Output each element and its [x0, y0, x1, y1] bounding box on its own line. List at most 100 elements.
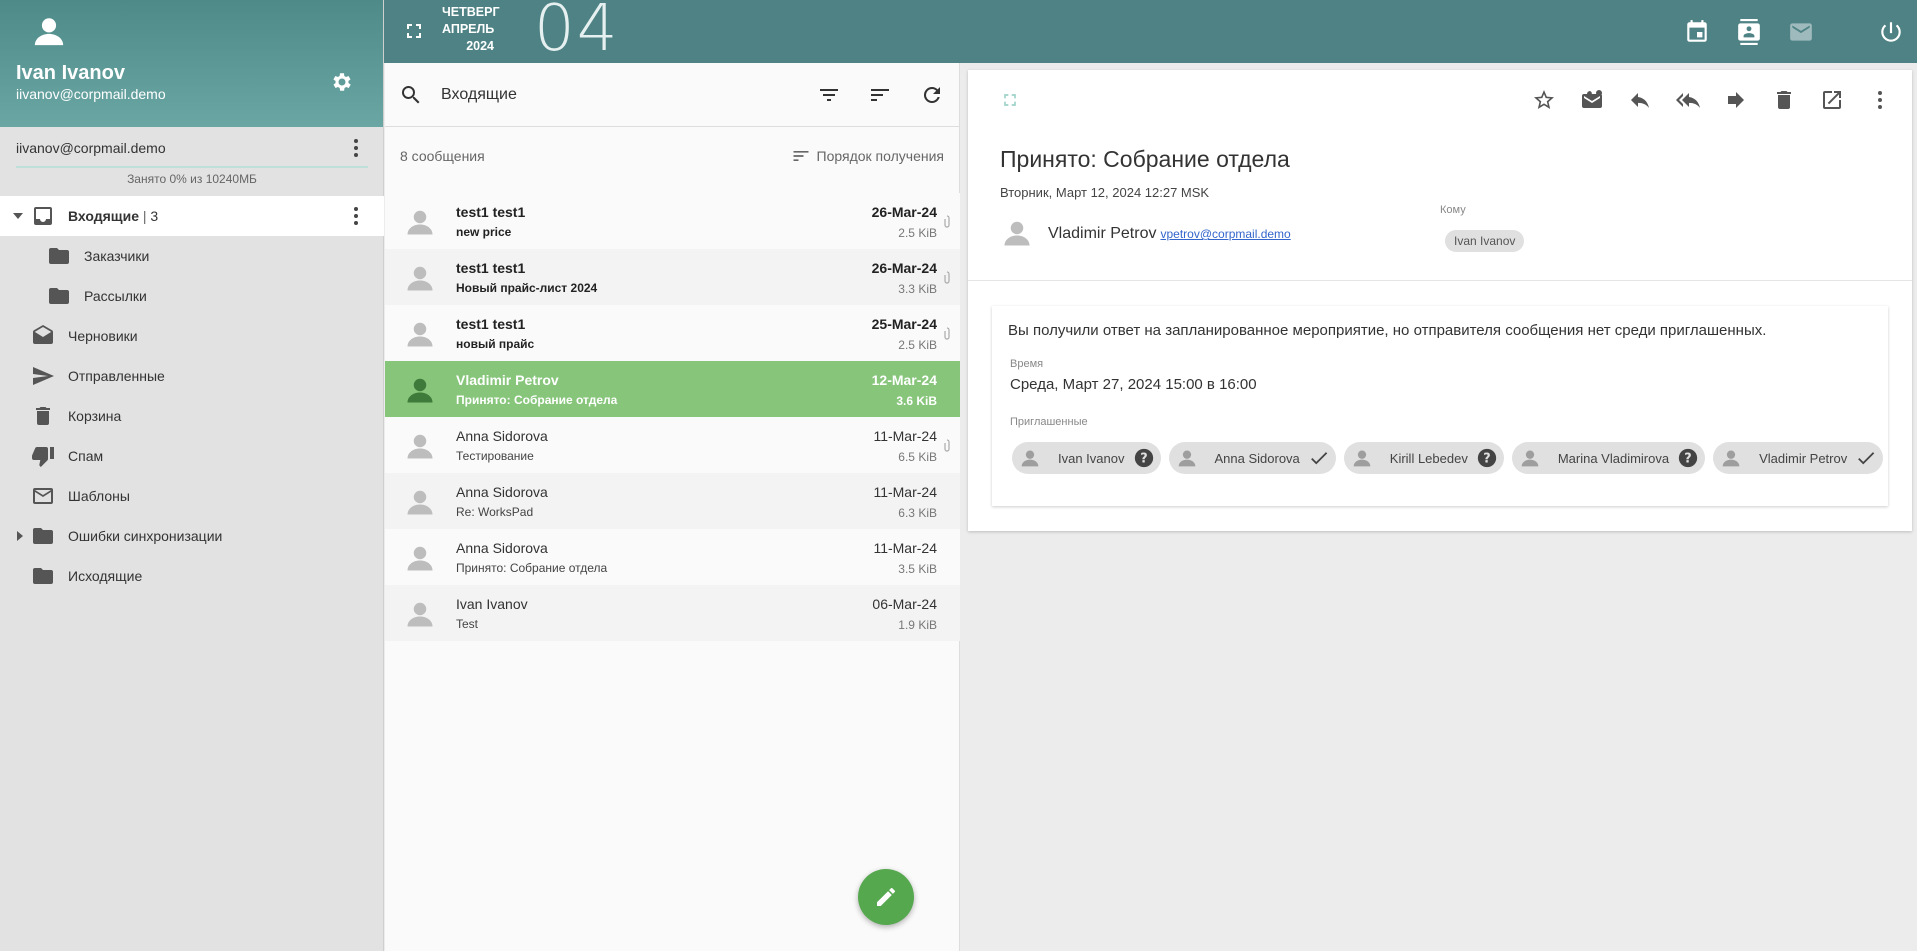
- invitee-chip[interactable]: Anna Sidorova: [1168, 442, 1336, 474]
- folder-trash[interactable]: Корзина: [0, 396, 384, 436]
- invitee-chip[interactable]: Marina Vladimirova?: [1511, 442, 1706, 474]
- invitee-name: Kirill Lebedev: [1389, 450, 1468, 466]
- search-bar: [385, 63, 960, 127]
- send-icon: [33, 367, 54, 385]
- avatar-icon: [1521, 450, 1539, 467]
- invitee-chip[interactable]: Ivan Ivanov?: [1012, 442, 1161, 474]
- message-subject: новый прайс: [456, 337, 535, 351]
- invitee-chip[interactable]: Vladimir Petrov: [1713, 442, 1884, 474]
- message-row[interactable]: Ivan Ivanov Test 06-Mar-24 1.9 KiB: [385, 585, 960, 641]
- filter-icon[interactable]: [817, 83, 841, 107]
- top-bar: ЧЕТВЕРГ АПРЕЛЬ 2024 04: [384, 0, 1917, 64]
- message-row[interactable]: Anna Sidorova Тестирование 11-Mar-24 6.5 Ki…: [385, 417, 960, 473]
- invitee-chip[interactable]: Kirill Lebedev?: [1343, 442, 1504, 474]
- message-size: 3.3 KiB: [898, 282, 937, 296]
- invitees-label: Приглашенные: [1010, 416, 1088, 428]
- recipient-chip[interactable]: Ivan Ivanov: [1445, 230, 1525, 252]
- reading-pane: Принято: Собрание отдела Вторник, Март 1…: [968, 70, 1912, 531]
- folder-label: Черновики: [68, 328, 138, 344]
- folder-sync-errors[interactable]: Ошибки синхронизации: [0, 516, 384, 556]
- folder-label: Корзина: [68, 408, 122, 424]
- message-size: 2.5 KiB: [898, 338, 937, 352]
- expand-icon[interactable]: [1000, 90, 1020, 110]
- avatar-icon: [1722, 450, 1740, 467]
- event-notice: Вы получили ответ на запланированное мер…: [1008, 322, 1767, 339]
- message-date: 25-Mar-24: [871, 316, 937, 332]
- invitee-name: Anna Sidorova: [1214, 450, 1300, 466]
- trash-icon: [36, 407, 50, 425]
- message-date: 12-Mar-24: [871, 372, 937, 388]
- message-row[interactable]: Vladimir Petrov Принято: Собрание отдела 1…: [385, 361, 960, 417]
- message-row[interactable]: Anna Sidorova Re: WorksPad 11-Mar-24 6.3 Ki…: [385, 473, 960, 529]
- sender-name: Vladimir Petrov: [1048, 225, 1157, 242]
- avatar-icon: [407, 378, 433, 403]
- sort-icon[interactable]: [868, 83, 892, 107]
- gear-icon[interactable]: [330, 70, 354, 94]
- avatar-icon: [1353, 450, 1371, 467]
- message-size: 2.5 KiB: [898, 226, 937, 240]
- folder-label: Входящие: [68, 208, 139, 224]
- list-meta: 8 сообщения Порядок получения: [385, 139, 960, 169]
- profile-email: iivanov@corpmail.demo: [16, 86, 166, 102]
- search-icon[interactable]: [399, 83, 423, 107]
- message-row[interactable]: test1 test1 new price 26-Mar-24 2.5 KiB: [385, 193, 960, 249]
- open-external-icon[interactable]: [1820, 88, 1844, 112]
- reply-icon[interactable]: [1628, 88, 1652, 112]
- user-avatar-icon: [34, 18, 64, 46]
- account-more-icon[interactable]: [344, 136, 368, 160]
- message-date: 11-Mar-24: [873, 428, 937, 444]
- more-icon[interactable]: [1868, 88, 1892, 112]
- unknown-status-icon: ?: [1134, 448, 1153, 468]
- message-row[interactable]: test1 test1 Новый прайс-лист 2024 26-Mar-2…: [385, 249, 960, 305]
- sort-order-button[interactable]: Порядок получения: [791, 146, 944, 166]
- message-subject: Принято: Собрание отдела: [456, 393, 618, 407]
- message-count: 8 сообщения: [400, 148, 485, 164]
- delete-icon[interactable]: [1772, 88, 1796, 112]
- avatar-icon: [1178, 450, 1195, 467]
- event-time: Среда, Март 27, 2024 15:00 в 16:00: [1010, 376, 1257, 393]
- calendar-icon[interactable]: [1684, 19, 1710, 45]
- refresh-icon[interactable]: [920, 83, 944, 107]
- sender-email-link[interactable]: vpetrov@corpmail.demo: [1160, 227, 1290, 241]
- avatar-icon: [407, 546, 433, 571]
- message-subject: Принято: Собрание отдела: [456, 561, 608, 575]
- folder-mailings[interactable]: Рассылки: [0, 276, 384, 316]
- message-size: 6.3 KiB: [898, 506, 937, 520]
- folder-more-icon[interactable]: [344, 204, 368, 228]
- caret-right-icon[interactable]: [14, 530, 26, 542]
- folder-customers[interactable]: Заказчики: [0, 236, 384, 276]
- mark-unread-icon[interactable]: [1580, 88, 1604, 112]
- caret-down-icon[interactable]: [12, 210, 24, 222]
- message-sender: Anna Sidorova: [456, 540, 548, 556]
- forward-icon[interactable]: [1724, 88, 1748, 112]
- mail-app: Ivan Ivanov iivanov@corpmail.demo iivano…: [0, 0, 1917, 951]
- mail-icon[interactable]: [1788, 19, 1814, 45]
- profile-name: Ivan Ivanov: [16, 62, 125, 84]
- unknown-status-icon: ?: [1678, 448, 1698, 468]
- svg-text:?: ?: [1483, 452, 1490, 467]
- message-row[interactable]: Anna Sidorova Принято: Собрание отдела 11-…: [385, 529, 960, 585]
- message-subject: new price: [456, 225, 512, 239]
- message-subject: Принято: Собрание отдела: [1000, 146, 1290, 172]
- folder-drafts[interactable]: Черновики: [0, 316, 384, 356]
- fullscreen-icon[interactable]: [402, 19, 426, 43]
- message-row[interactable]: test1 test1 новый прайс 25-Mar-24 2.5 KiB: [385, 305, 960, 361]
- avatar-icon: [407, 602, 433, 627]
- message-date: 06-Mar-24: [872, 596, 937, 612]
- to-label: Кому: [1440, 204, 1466, 216]
- reply-all-icon[interactable]: [1676, 88, 1700, 112]
- folder-icon: [33, 528, 53, 544]
- folder-spam[interactable]: Спам: [0, 436, 384, 476]
- power-icon[interactable]: [1878, 19, 1904, 45]
- unknown-status-icon: ?: [1477, 448, 1496, 468]
- search-input[interactable]: [439, 77, 779, 113]
- folder-inbox[interactable]: Входящие | 3: [0, 196, 384, 236]
- star-icon[interactable]: [1532, 88, 1556, 112]
- contacts-icon[interactable]: [1736, 19, 1762, 45]
- folder-outbox[interactable]: Исходящие: [0, 556, 384, 596]
- folder-templates[interactable]: Шаблоны: [0, 476, 384, 516]
- weekday: ЧЕТВЕРГ: [442, 5, 500, 19]
- account-row[interactable]: iivanov@corpmail.demo: [0, 127, 383, 167]
- folder-sent[interactable]: Отправленные: [0, 356, 384, 396]
- compose-button[interactable]: [858, 869, 914, 925]
